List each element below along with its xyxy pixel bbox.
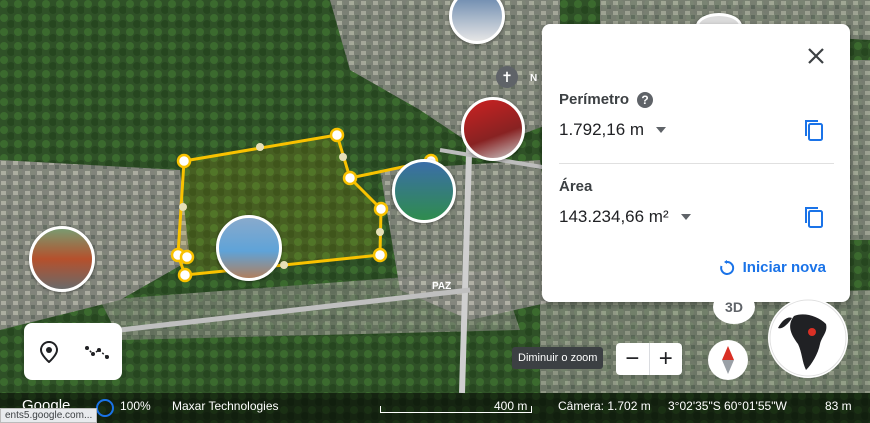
area-value: 143.234,66 m² [559,207,669,226]
compass-button[interactable] [708,340,748,380]
photo-thumbnail[interactable] [461,97,525,161]
photo-thumbnail[interactable] [29,226,95,292]
perimeter-value-select[interactable]: 1.792,16 m [559,120,667,140]
chevron-down-icon [680,214,691,220]
place-pin-icon [39,340,58,363]
area-label: Área [559,178,593,195]
coordinates: 3°02'35"S 60°01'55"W [668,399,787,413]
reset-label: Iniciar nova [742,259,826,276]
compass-icon [722,346,734,374]
photo-thumbnail[interactable] [216,215,282,281]
reset-icon [719,259,734,275]
3d-view-button[interactable]: 3D [713,290,755,324]
add-point-button[interactable] [35,338,63,366]
elevation: 83 m [825,399,852,413]
perimeter-heading: Perímetro? [559,91,654,109]
zoom-out-button[interactable]: − [616,343,650,375]
status-bar: Google 100% Maxar Technologies 400 m Câm… [0,393,870,423]
road-label: PAZ [432,281,452,292]
chevron-down-icon [656,127,667,133]
path-icon [84,345,109,359]
measure-panel: Perímetro? 1.792,16 m Área 143.234,66 m²… [542,24,850,302]
camera-altitude: Câmera: 1.702 m [558,399,651,413]
loading-indicator-icon [96,399,114,417]
globe-button[interactable] [768,298,848,378]
scale-label: 400 m [494,399,528,413]
place-marker-icon[interactable]: ✝ [496,66,518,88]
close-icon[interactable] [804,44,828,68]
photo-thumbnail[interactable] [392,159,456,223]
measure-tools [24,323,122,380]
imagery-credit: Maxar Technologies [172,399,279,413]
zoom-tooltip: Diminuir o zoom [512,347,604,369]
copy-icon[interactable] [802,118,826,144]
area-value-select[interactable]: 143.234,66 m² [559,207,691,227]
map-label: N [530,73,538,84]
loading-percent: 100% [120,399,151,413]
add-path-button[interactable] [84,338,112,366]
reset-button[interactable]: Iniciar nova [719,259,826,276]
zoom-in-button[interactable]: + [650,343,683,375]
help-icon[interactable]: ? [637,92,654,109]
copy-icon[interactable] [802,205,826,231]
globe-icon [769,299,847,377]
divider [559,163,834,164]
zoom-control: − + [616,343,682,375]
perimeter-value: 1.792,16 m [559,120,645,139]
perimeter-label: Perímetro [559,91,630,108]
status-url: ents5.google.com... [0,408,98,423]
